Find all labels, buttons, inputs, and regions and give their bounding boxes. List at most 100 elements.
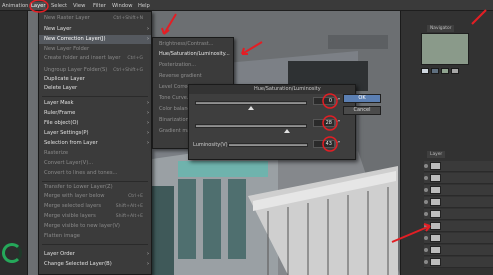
eye-icon[interactable]	[424, 260, 428, 264]
layer-thumbnail	[430, 210, 441, 218]
menu-item-merge-visible-new[interactable]: Merge visible to new layer(V)	[39, 222, 151, 231]
layer-row[interactable]	[424, 209, 493, 220]
layer-row[interactable]	[424, 233, 493, 244]
submenu-item-brightness-contrast[interactable]: Brightness/Contrast...	[153, 40, 233, 49]
menu-item-merge-selected[interactable]: Merge selected layers Shift+Alt+E	[39, 202, 151, 211]
chevron-right-icon: ›	[147, 130, 149, 136]
layer-thumbnail	[430, 162, 441, 170]
tab-navigator[interactable]: Navigator	[427, 25, 455, 32]
layer-row[interactable]	[424, 221, 493, 232]
menu-divider	[42, 96, 148, 97]
eye-icon[interactable]	[424, 212, 428, 216]
layer-menu: New Raster Layer Ctrl+Shift+N New Layer › …	[38, 11, 152, 275]
saturation-value-field[interactable]: 28	[313, 119, 335, 127]
eye-icon[interactable]	[424, 224, 428, 228]
layer-thumbnail	[430, 222, 441, 230]
menu-item-flatten-image[interactable]: Flatten image	[39, 232, 151, 241]
menu-item-new-layer[interactable]: New Layer ›	[39, 25, 151, 34]
luminosity-value-field[interactable]: 43	[313, 140, 335, 148]
hue-spin-icon[interactable]: ▴▾	[335, 97, 340, 105]
saturation-slider-thumb[interactable]	[284, 129, 290, 133]
menu-layer[interactable]: Layer	[30, 2, 47, 10]
hue-slider[interactable]	[195, 101, 307, 105]
layer-thumbnail	[430, 198, 441, 206]
dialog-title: Hue/Saturation/Luminosity	[189, 85, 355, 94]
menu-item-selection-from-layer[interactable]: Selection from Layer ›	[39, 139, 151, 148]
layer-row[interactable]	[424, 161, 493, 172]
eye-icon[interactable]	[424, 176, 428, 180]
menu-item-new-correction-layer[interactable]: New Correction Layer(J) ›	[39, 35, 151, 44]
menu-window[interactable]: Window	[111, 2, 133, 10]
menu-item-merge-visible[interactable]: Merge visible layers Shift+Alt+E	[39, 212, 151, 221]
menu-item-rasterize[interactable]: Rasterize	[39, 149, 151, 158]
menu-item-create-folder-insert[interactable]: Create folder and insert layer Ctrl+G	[39, 54, 151, 63]
tool-column	[0, 11, 28, 275]
menu-item-new-layer-folder[interactable]: New Layer Folder	[39, 45, 151, 54]
chevron-right-icon: ›	[147, 261, 149, 267]
menu-animation[interactable]: Animation	[1, 2, 29, 10]
menu-view[interactable]: View	[72, 2, 86, 10]
menu-item-merge-below[interactable]: Merge with layer below Ctrl+E	[39, 192, 151, 201]
eye-icon[interactable]	[424, 188, 428, 192]
layer-thumbnail	[430, 186, 441, 194]
hue-value-field[interactable]: 0	[313, 97, 335, 105]
menu-item-change-selected-layer[interactable]: Change Selected Layer(B) ›	[39, 260, 151, 269]
menu-item-layer-settings[interactable]: Layer Settings(P) ›	[39, 129, 151, 138]
chevron-right-icon: ›	[147, 140, 149, 146]
luminosity-spin-icon[interactable]: ▴▾	[335, 140, 340, 148]
saturation-slider[interactable]	[195, 124, 307, 128]
layer-thumbnail	[430, 258, 441, 266]
layer-row[interactable]	[424, 257, 493, 268]
cancel-button[interactable]: Cancel	[343, 106, 381, 115]
menu-item-ungroup-folder[interactable]: Ungroup Layer Folder(S) Ctrl+Shift+G	[39, 66, 151, 75]
menu-item-delete-layer[interactable]: Delete Layer	[39, 84, 151, 93]
chevron-right-icon: ›	[147, 251, 149, 257]
chevron-right-icon: ›	[147, 120, 149, 126]
menu-divider	[42, 244, 148, 245]
menu-item-new-raster-layer[interactable]: New Raster Layer Ctrl+Shift+N	[39, 14, 151, 23]
eye-icon[interactable]	[424, 164, 428, 168]
submenu-item-reverse-gradient[interactable]: Reverse gradient	[153, 72, 233, 81]
submenu-item-hue-saturation-luminosity[interactable]: Hue/Saturation/Luminosity...	[153, 50, 233, 59]
navigator-swatch[interactable]	[451, 68, 459, 74]
color-wheel-icon[interactable]	[2, 243, 22, 263]
eye-icon[interactable]	[424, 200, 428, 204]
menu-item-ruler-frame[interactable]: Ruler/Frame ›	[39, 109, 151, 118]
saturation-spin-icon[interactable]: ▴▾	[335, 119, 340, 127]
layer-row[interactable]	[424, 173, 493, 184]
menu-filter[interactable]: Filter	[92, 2, 107, 10]
layer-row[interactable]	[424, 185, 493, 196]
layer-row[interactable]	[424, 245, 493, 256]
chevron-right-icon: ›	[147, 26, 149, 32]
tab-layer[interactable]: Layer	[427, 151, 446, 158]
menu-item-duplicate-layer[interactable]: Duplicate Layer	[39, 75, 151, 84]
right-panel: Navigator Layer	[400, 11, 493, 275]
layer-thumbnail	[430, 246, 441, 254]
menu-item-transfer-lower[interactable]: Transfer to Lower Layer(Z)	[39, 183, 151, 192]
chevron-right-icon: ›	[147, 100, 149, 106]
menu-item-convert-lines-tones[interactable]: Convert to lines and tones...	[39, 169, 151, 178]
eye-icon[interactable]	[424, 236, 428, 240]
navigator-swatch[interactable]	[431, 68, 439, 74]
menu-divider	[42, 181, 148, 182]
submenu-item-posterization[interactable]: Posterization...	[153, 61, 233, 70]
eye-icon[interactable]	[424, 248, 428, 252]
navigator-swatch[interactable]	[441, 68, 449, 74]
luminosity-slider[interactable]	[228, 143, 308, 147]
navigator-swatch[interactable]	[421, 68, 429, 74]
hue-slider-thumb[interactable]	[248, 106, 254, 110]
layer-thumbnail	[430, 174, 441, 182]
luminosity-label: Luminosity(V)	[193, 142, 228, 148]
chevron-right-icon: ›	[147, 110, 149, 116]
menu-item-convert-layer[interactable]: Convert Layer(V)...	[39, 159, 151, 168]
menu-item-layer-mask[interactable]: Layer Mask ›	[39, 99, 151, 108]
ok-button[interactable]: OK	[343, 94, 381, 103]
layer-row[interactable]	[424, 197, 493, 208]
menu-select[interactable]: Select	[50, 2, 68, 10]
menu-item-layer-order[interactable]: Layer Order ›	[39, 250, 151, 259]
menu-help[interactable]: Help	[137, 2, 151, 10]
menu-bar: Animation Layer Select View Filter Windo…	[0, 0, 493, 11]
menu-item-file-object[interactable]: File object(O) ›	[39, 119, 151, 128]
chevron-right-icon: ›	[147, 36, 149, 42]
navigator-preview[interactable]	[421, 33, 469, 65]
